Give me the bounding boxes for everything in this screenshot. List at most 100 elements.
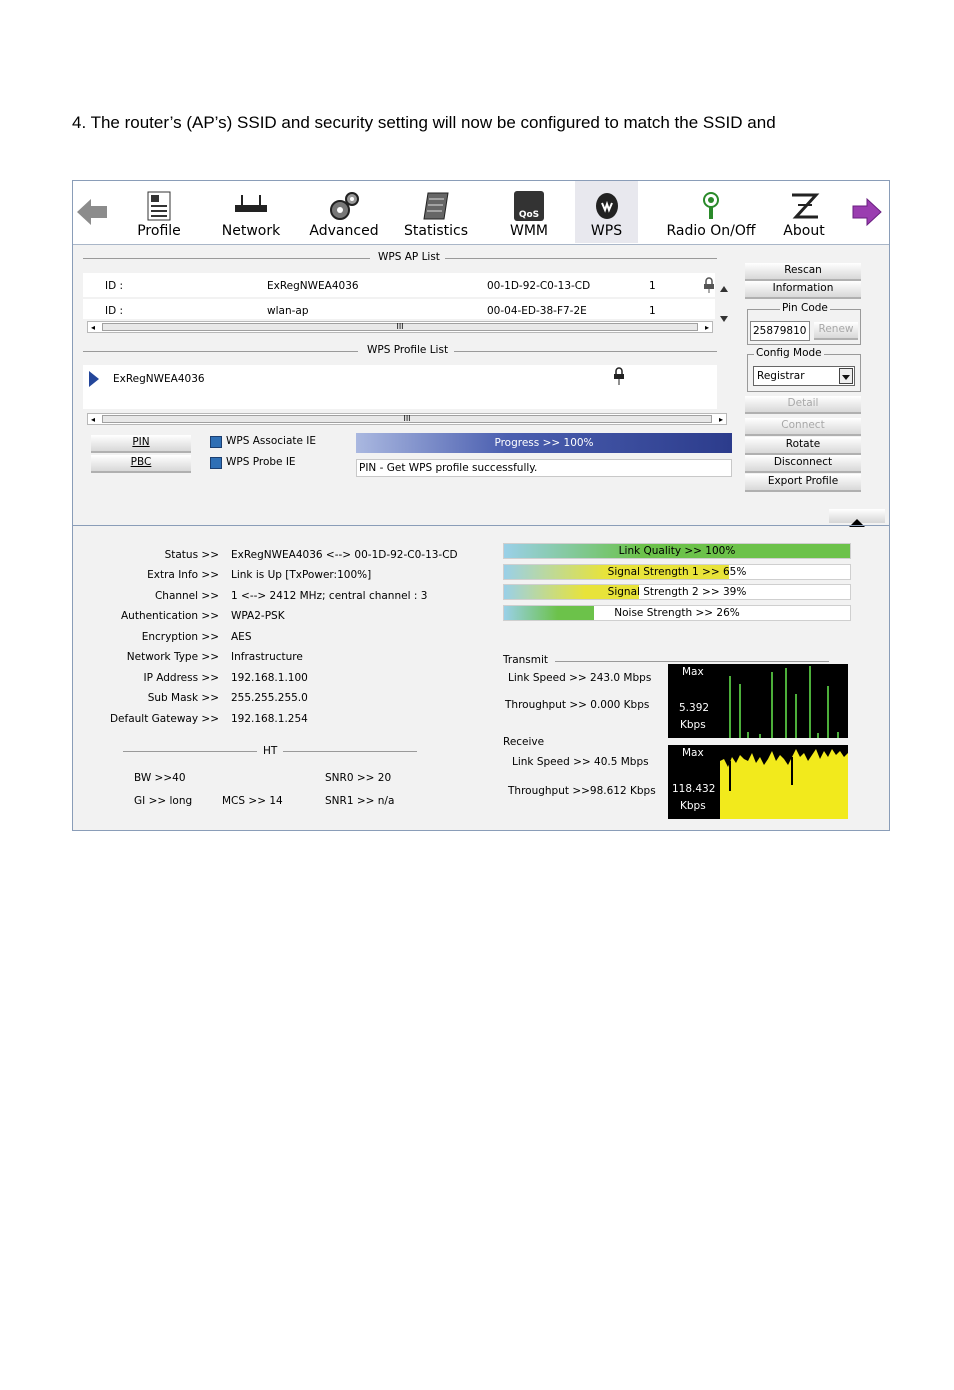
signal-strength-2-label: Signal Strength 2 >> 39% [607, 586, 747, 598]
renew-button[interactable]: Renew [814, 322, 858, 340]
divider [83, 351, 358, 352]
tab-profile[interactable]: Profile [119, 181, 199, 243]
link-quality-label: Link Quality >> 100% [618, 545, 736, 557]
router-icon [234, 195, 268, 219]
profile-list-hscrollbar[interactable]: ◂ III ▸ [87, 413, 727, 425]
tab-label: Statistics [404, 223, 468, 239]
ap-list-row[interactable]: ID : ExRegNWEA4036 00-1D-92-C0-13-CD 1 [83, 273, 715, 297]
wps-associate-ie-label: WPS Associate IE [226, 435, 317, 447]
default-gateway-value: 192.168.1.254 [231, 713, 308, 725]
transmit-title: Transmit [503, 654, 549, 666]
noise-strength-bar: Noise Strength >> 26% [503, 605, 851, 621]
pbc-button[interactable]: PBC [91, 455, 191, 473]
config-mode-select[interactable]: Registrar [753, 366, 855, 386]
statistics-icon [422, 191, 450, 225]
transmit-graph-value: 5.392 [679, 702, 710, 714]
disconnect-button[interactable]: Disconnect [745, 455, 861, 473]
connect-button[interactable]: Connect [745, 418, 861, 436]
ap-ssid: wlan-ap [267, 305, 309, 317]
receive-graph-max: Max [682, 747, 704, 759]
collapse-button[interactable] [829, 509, 885, 527]
transmit-graph: Max 5.392 Kbps [668, 664, 848, 738]
tab-wps[interactable]: WPS [575, 181, 638, 243]
rescan-button[interactable]: Rescan [745, 263, 861, 281]
link-quality-bar: Link Quality >> 100% [503, 543, 851, 559]
ht-snr1: SNR1 >> n/a [325, 795, 395, 807]
status-panel: Status >> ExRegNWEA4036 <--> 00-1D-92-C0… [73, 549, 513, 739]
divider [445, 258, 717, 259]
transmit-graph-unit: Kbps [680, 719, 706, 731]
encryption-label: Encryption >> [141, 631, 219, 643]
scroll-right-arrow-icon[interactable]: ▸ [719, 415, 723, 424]
profile-list: ExRegNWEA4036 [83, 365, 717, 409]
tab-label: Radio On/Off [666, 223, 756, 239]
wps-probe-ie-checkbox[interactable] [210, 457, 222, 469]
utility-window: Profile Network Advanced Statistics QoS … [72, 180, 890, 831]
ht-bw: BW >>40 [134, 772, 186, 784]
wps-associate-ie-checkbox[interactable] [210, 436, 222, 448]
tab-about[interactable]: About [767, 181, 841, 243]
tab-network[interactable]: Network [211, 181, 291, 243]
tab-wmm[interactable]: QoS WMM [491, 181, 567, 243]
tab-radio-on-off[interactable]: Radio On/Off [663, 181, 759, 243]
pin-code-field[interactable]: 25879810 [750, 321, 810, 341]
radio-icon [701, 191, 721, 225]
status-value: ExRegNWEA4036 <--> 00-1D-92-C0-13-CD [231, 549, 458, 561]
extra-info-value: Link is Up [TxPower:100%] [231, 569, 372, 581]
channel-label: Channel >> [154, 590, 219, 602]
lock-icon [613, 367, 625, 389]
forward-arrow-icon[interactable] [851, 197, 883, 231]
detail-button[interactable]: Detail [745, 396, 861, 414]
chevron-down-icon[interactable] [839, 368, 853, 384]
panel-divider [73, 525, 889, 526]
receive-throughput: Throughput >>98.612 Kbps [508, 785, 656, 797]
scroll-thumb[interactable]: III [102, 414, 712, 423]
information-button[interactable]: Information [745, 281, 861, 299]
divider [454, 351, 717, 352]
ht-title: HT [263, 745, 278, 757]
ap-list-title: WPS AP List [378, 251, 440, 263]
scroll-thumb[interactable]: III [102, 322, 698, 331]
ap-ssid: ExRegNWEA4036 [267, 280, 359, 292]
ht-gi: GI >> long [134, 795, 193, 807]
encryption-value: AES [231, 631, 252, 643]
export-profile-button[interactable]: Export Profile [745, 474, 861, 492]
collapse-up-icon [849, 512, 865, 531]
divider [283, 751, 417, 752]
ap-channel: 1 [649, 305, 656, 317]
tab-advanced[interactable]: Advanced [301, 181, 387, 243]
rotate-button[interactable]: Rotate [745, 437, 861, 455]
progress-label: Progress >> 100% [494, 437, 594, 449]
scroll-right-arrow-icon[interactable]: ▸ [705, 323, 709, 332]
authentication-label: Authentication >> [120, 610, 219, 622]
scroll-down-arrow-icon[interactable] [720, 307, 728, 326]
sub-mask-label: Sub Mask >> [147, 692, 219, 704]
pin-button[interactable]: PIN [91, 435, 191, 453]
status-message: PIN - Get WPS profile successfully. [359, 462, 538, 474]
scroll-up-arrow-icon[interactable] [720, 277, 728, 296]
noise-strength-label: Noise Strength >> 26% [614, 607, 740, 619]
wps-icon [594, 191, 620, 225]
ap-bssid: 00-04-ED-38-F7-2E [487, 305, 587, 317]
tab-statistics[interactable]: Statistics [395, 181, 477, 243]
receive-graph-value: 118.432 [672, 783, 716, 795]
ap-list-hscrollbar[interactable]: ◂ III ▸ [87, 321, 713, 333]
profile-icon [147, 191, 171, 225]
scroll-left-arrow-icon[interactable]: ◂ [91, 323, 95, 332]
message-box: PIN - Get WPS profile successfully. [356, 459, 732, 477]
scroll-left-arrow-icon[interactable]: ◂ [91, 415, 95, 424]
gears-icon [328, 191, 360, 225]
transmit-throughput: Throughput >> 0.000 Kbps [505, 699, 650, 711]
ap-list-row[interactable]: ID : wlan-ap 00-04-ED-38-F7-2E 1 [83, 299, 715, 319]
profile-item[interactable]: ExRegNWEA4036 [113, 373, 205, 385]
transmit-graph-max: Max [682, 666, 704, 678]
ht-snr0: SNR0 >> 20 [325, 772, 392, 784]
transmit-link-speed: Link Speed >> 243.0 Mbps [508, 672, 652, 684]
instruction-paragraph: 4. The router’s (AP’s) SSID and security… [72, 113, 776, 132]
receive-graph: Max 118.432 Kbps [668, 745, 848, 819]
network-type-label: Network Type >> [126, 651, 219, 663]
tab-label: Profile [137, 223, 181, 239]
wps-probe-ie-label: WPS Probe IE [226, 456, 296, 468]
receive-link-speed: Link Speed >> 40.5 Mbps [512, 756, 649, 768]
back-arrow-icon[interactable] [77, 197, 109, 231]
